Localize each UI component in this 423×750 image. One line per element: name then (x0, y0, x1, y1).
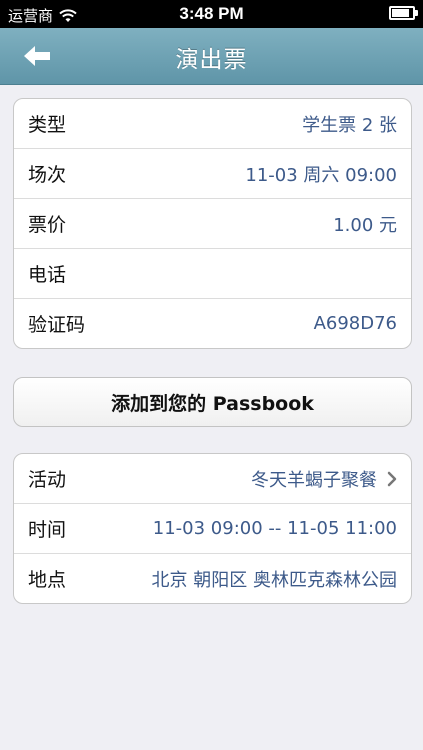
row-label: 地点 (28, 569, 67, 591)
ticket-phone-row[interactable]: 电话 (14, 249, 411, 299)
navigation-bar: 演出票 (0, 28, 423, 85)
battery-icon (389, 6, 418, 20)
row-value: 冬天羊蝎子聚餐 (251, 469, 377, 491)
row-value: A698D76 (313, 313, 397, 334)
row-value: 11-03 周六 09:00 (245, 164, 397, 186)
ticket-type-row: 类型 学生票 2 张 (14, 99, 411, 149)
event-time-row: 时间 11-03 09:00 -- 11-05 11:00 (14, 504, 411, 554)
row-value: 北京 朝阳区 奥林匹克森林公园 (151, 569, 397, 591)
event-location-row: 地点 北京 朝阳区 奥林匹克森林公园 (14, 554, 411, 603)
ticket-price-row: 票价 1.00 元 (14, 199, 411, 249)
row-value-wrap: 冬天羊蝎子聚餐 (251, 466, 397, 492)
back-button[interactable] (10, 38, 64, 74)
event-info-group: 活动 冬天羊蝎子聚餐 时间 11-03 09:00 -- 11-05 11:00… (13, 453, 412, 604)
row-value: 11-03 09:00 -- 11-05 11:00 (152, 518, 397, 539)
row-label: 场次 (28, 164, 67, 186)
ticket-info-group: 类型 学生票 2 张 场次 11-03 周六 09:00 票价 1.00 元 电… (13, 98, 412, 349)
back-arrow-icon (24, 46, 50, 66)
add-to-passbook-button[interactable]: 添加到您的 Passbook (13, 377, 412, 427)
ticket-code-row: 验证码 A698D76 (14, 299, 411, 348)
status-right (389, 6, 418, 20)
row-value: 学生票 2 张 (302, 114, 397, 136)
row-label: 活动 (28, 469, 67, 491)
status-time: 3:48 PM (179, 4, 244, 23)
row-label: 票价 (28, 214, 67, 236)
row-label: 时间 (28, 519, 67, 541)
row-value: 1.00 元 (333, 214, 397, 236)
event-activity-row[interactable]: 活动 冬天羊蝎子聚餐 (14, 454, 411, 504)
page-title: 演出票 (175, 47, 248, 73)
row-label: 验证码 (28, 314, 86, 336)
status-bar: 运营商 3:48 PM (0, 0, 423, 28)
row-label: 类型 (28, 114, 67, 136)
row-label: 电话 (28, 264, 67, 286)
ticket-session-row: 场次 11-03 周六 09:00 (14, 149, 411, 199)
chevron-right-icon (387, 471, 397, 486)
